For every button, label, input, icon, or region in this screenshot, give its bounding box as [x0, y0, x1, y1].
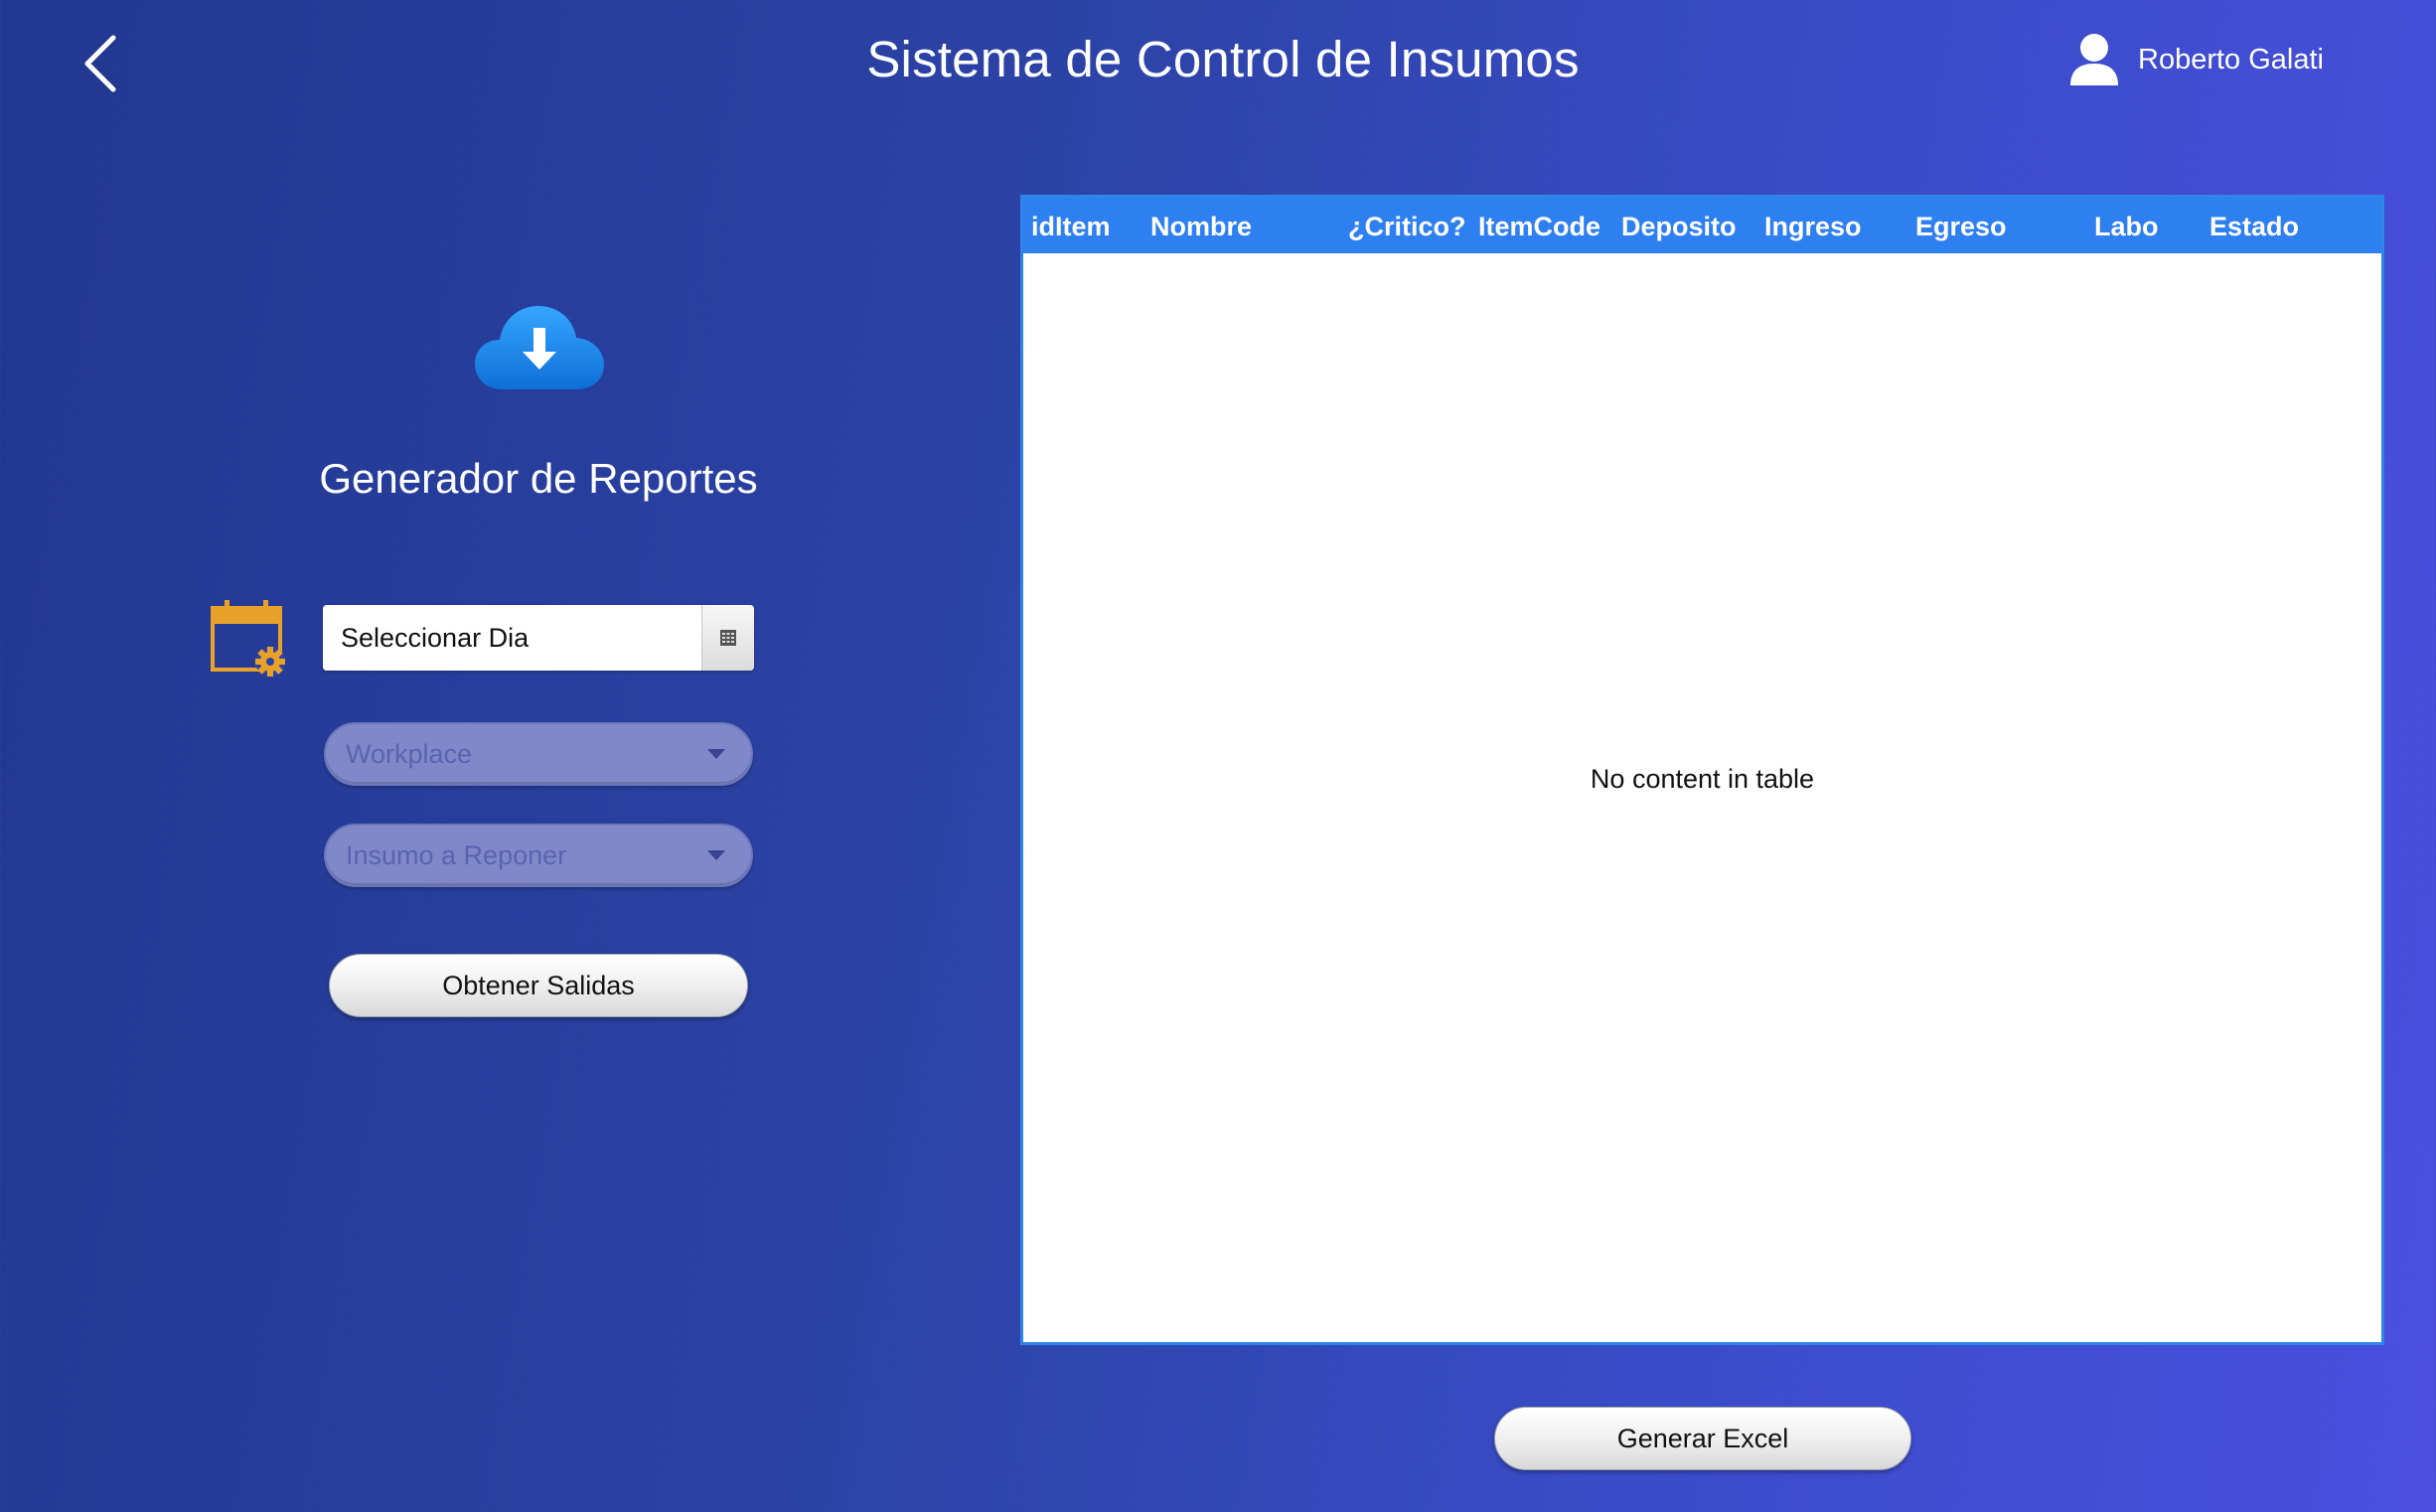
calendar-grid-icon — [720, 630, 736, 646]
chevron-down-icon — [707, 749, 725, 759]
user-icon — [2070, 34, 2118, 85]
column-header-egreso[interactable]: Egreso — [1915, 212, 2007, 242]
items-table[interactable]: idItem Nombre ¿Critico? ItemCode Deposit… — [1020, 195, 2384, 1345]
workplace-placeholder: Workplace — [346, 738, 473, 769]
table-header: idItem Nombre ¿Critico? ItemCode Deposit… — [1023, 198, 2381, 253]
column-header-ingreso[interactable]: Ingreso — [1764, 212, 1862, 242]
workplace-combo[interactable]: Workplace — [324, 722, 753, 786]
insumo-combo[interactable]: Insumo a Reponer — [324, 824, 753, 887]
column-header-itemcode[interactable]: ItemCode — [1478, 212, 1600, 242]
chevron-down-icon — [707, 850, 725, 860]
user-name: Roberto Galati — [2138, 43, 2324, 76]
column-header-deposito[interactable]: Deposito — [1621, 212, 1737, 242]
user-menu[interactable]: Roberto Galati — [2068, 30, 2324, 89]
date-input[interactable] — [323, 605, 701, 671]
table-empty-message: No content in table — [1590, 764, 1815, 794]
insumo-placeholder: Insumo a Reponer — [346, 839, 567, 870]
column-header-estado[interactable]: Estado — [2209, 212, 2299, 242]
generar-excel-button[interactable]: Generar Excel — [1494, 1407, 1911, 1470]
calendar-gear-icon — [211, 600, 285, 677]
section-title: Generador de Reportes — [319, 455, 758, 502]
column-header-critico[interactable]: ¿Critico? — [1348, 212, 1466, 242]
column-header-iditem[interactable]: idItem — [1031, 212, 1111, 242]
column-header-labo[interactable]: Labo — [2094, 212, 2159, 242]
obtener-salidas-button[interactable]: Obtener Salidas — [329, 954, 748, 1017]
date-picker-button[interactable] — [701, 605, 754, 671]
date-picker[interactable] — [323, 605, 754, 671]
cloud-download-icon — [475, 306, 604, 389]
column-header-nombre[interactable]: Nombre — [1150, 212, 1252, 242]
